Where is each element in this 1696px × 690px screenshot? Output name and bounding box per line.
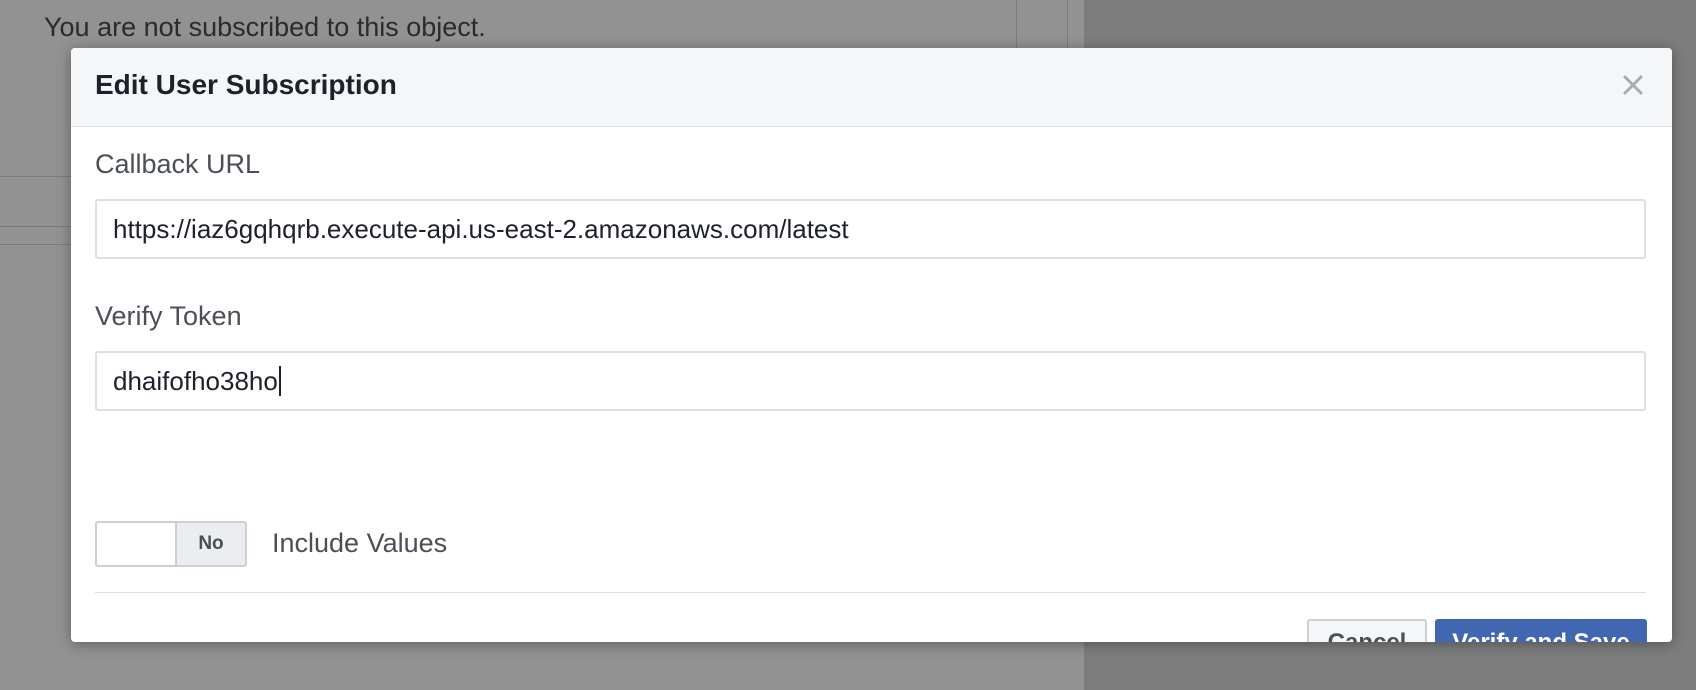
include-values-toggle[interactable]: No: [95, 521, 247, 567]
dialog-title: Edit User Subscription: [95, 69, 397, 100]
verify-token-value: dhaifofho38ho: [113, 365, 278, 396]
toggle-track: [97, 523, 177, 565]
cancel-button[interactable]: Cancel: [1307, 619, 1427, 642]
footer-divider: [95, 592, 1646, 593]
edit-subscription-dialog: Edit User Subscription Callback URL Veri…: [71, 48, 1672, 642]
text-caret: [278, 366, 281, 396]
callback-url-input[interactable]: [95, 199, 1646, 259]
close-icon: [1623, 75, 1643, 95]
callback-url-label: Callback URL: [95, 149, 261, 179]
subscription-notice: You are not subscribed to this object.: [44, 12, 486, 42]
dialog-header: Edit User Subscription: [71, 48, 1672, 127]
toggle-state-label: No: [177, 523, 245, 565]
background-divider: [0, 244, 80, 245]
verify-token-input[interactable]: dhaifofho38ho: [95, 351, 1646, 411]
verify-and-save-button[interactable]: Verify and Save: [1435, 619, 1647, 642]
background-divider: [0, 226, 80, 227]
close-button[interactable]: [1618, 70, 1648, 100]
background-divider: [1067, 0, 1068, 50]
verify-token-label: Verify Token: [95, 301, 242, 331]
background-divider: [0, 176, 80, 177]
include-values-label: Include Values: [272, 528, 448, 558]
background-divider: [1016, 0, 1017, 50]
